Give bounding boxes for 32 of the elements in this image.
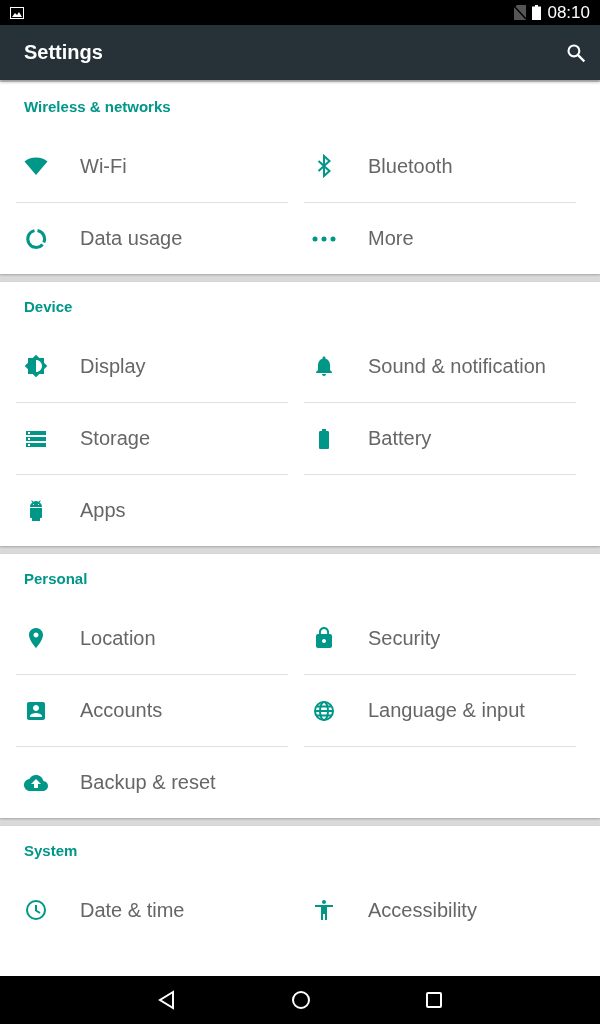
no-sim-icon [514,5,527,20]
settings-item[interactable]: More [304,202,576,274]
image-icon [10,6,24,19]
settings-item[interactable]: Battery [304,402,576,474]
brightness-icon [24,354,48,378]
more-icon [312,235,336,242]
globe-icon [312,698,336,723]
search-icon[interactable] [566,42,586,63]
settings-item[interactable]: Bluetooth [304,130,576,202]
settings-item[interactable]: Storage [16,402,288,474]
settings-item[interactable]: Display [16,330,288,402]
settings-item[interactable]: Date & time [16,874,288,946]
settings-item[interactable]: Accounts [16,674,288,746]
settings-item[interactable]: Accessibility [304,874,576,946]
section-header: Wireless & networks [23,96,172,117]
settings-item[interactable]: Sound & notification [304,330,576,402]
clock-time: 08:10 [547,2,590,23]
section-header: Device [23,296,74,317]
settings-item[interactable]: Backup & reset [16,746,288,818]
settings-item[interactable]: Language & input [304,674,576,746]
settings-item[interactable]: Apps [16,474,288,546]
settings-item[interactable]: Wi-Fi [16,130,288,202]
app-bar-title: Settings [24,41,104,64]
data-usage-icon [24,226,48,251]
clock-icon [24,898,48,922]
section-header: System [23,840,79,861]
battery-status-icon [532,5,542,20]
settings-item[interactable]: Security [304,602,576,674]
section-header: Personal [23,568,89,589]
accessibility-icon [312,898,336,922]
settings-item[interactable]: Data usage [16,202,288,274]
settings-item[interactable]: Location [16,602,288,674]
